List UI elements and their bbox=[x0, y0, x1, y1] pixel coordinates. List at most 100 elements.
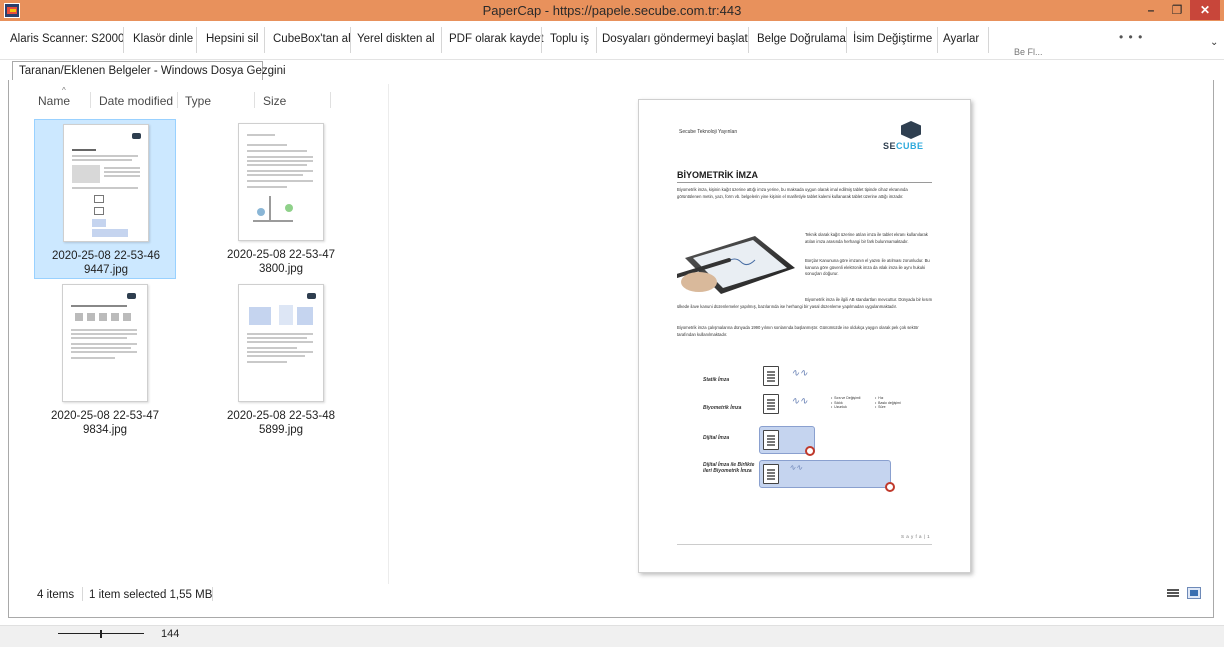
toolbar-divider bbox=[937, 27, 938, 53]
document-verification-button[interactable]: Belge Doğrulama bbox=[757, 33, 846, 49]
document-preview: Secube Teknoloji Yayınları SECUBE BİYOME… bbox=[638, 99, 971, 573]
settings-button[interactable]: Ayarlar bbox=[943, 33, 979, 49]
preview-paragraph: Borçlar Kanununa göre imzanın el yazısı … bbox=[805, 258, 930, 277]
file-name-line: 2020-25-08 22-53-46 bbox=[51, 250, 161, 262]
details-view-icon[interactable] bbox=[1166, 587, 1180, 599]
file-thumbnail bbox=[62, 284, 148, 402]
signature-icon: ∿∿ bbox=[789, 463, 803, 472]
file-name-line: 2020-25-08 22-53-47 bbox=[226, 249, 336, 261]
seal-icon bbox=[885, 482, 895, 492]
title-bar: PaperCap - https://papele.secube.com.tr:… bbox=[0, 0, 1224, 21]
row-label: Dijital İmza bbox=[703, 435, 730, 441]
get-from-local-disk-button[interactable]: Yerel diskten al bbox=[357, 33, 435, 49]
zoom-bar bbox=[0, 625, 1224, 647]
watch-folder-button[interactable]: Klasör dinle bbox=[133, 33, 193, 49]
document-icon bbox=[763, 430, 779, 450]
get-from-cubebox-button[interactable]: CubeBox'tan al bbox=[273, 33, 351, 49]
file-thumbnail bbox=[63, 124, 149, 242]
file-item[interactable]: 2020-25-08 22-53-46 9447.jpg bbox=[34, 119, 176, 279]
tab-file-explorer[interactable]: Taranan/Eklenen Belgeler - Windows Dosya… bbox=[12, 61, 286, 81]
column-header-name[interactable]: Name bbox=[38, 94, 70, 108]
file-name: 2020-25-08 22-53-47 3800.jpg bbox=[210, 248, 352, 276]
file-name: 2020-25-08 22-53-48 5899.jpg bbox=[210, 409, 352, 437]
logo-text-accent: CUBE bbox=[896, 141, 924, 151]
document-icon bbox=[763, 464, 779, 484]
preview-paragraph: Teknik olarak kağıt üzerine atılan imza … bbox=[805, 232, 928, 244]
toolbar-divider bbox=[846, 27, 847, 53]
zoom-value: 144 bbox=[161, 628, 180, 640]
file-name-line: 2020-25-08 22-53-47 bbox=[50, 410, 160, 422]
preview-paragraph: Biyometrik imza ile ilgili AB standartla… bbox=[677, 297, 933, 309]
selection-info: 1 item selected 1,55 MB bbox=[89, 589, 213, 601]
delete-all-button[interactable]: Hepsini sil bbox=[206, 33, 258, 49]
zoom-slider-handle[interactable] bbox=[100, 630, 102, 638]
papercap-window: PaperCap - https://papele.secube.com.tr:… bbox=[0, 0, 1224, 647]
window-title: PaperCap - https://papele.secube.com.tr:… bbox=[482, 3, 742, 18]
row-label: Biyometrik İmza bbox=[703, 405, 742, 411]
column-header-date-modified[interactable]: Date modified bbox=[99, 94, 173, 108]
toolbar-divider bbox=[441, 27, 442, 53]
minimize-button[interactable]: – bbox=[1138, 0, 1164, 20]
toolbar-divider bbox=[196, 27, 197, 53]
batch-job-button[interactable]: Toplu iş bbox=[550, 33, 589, 49]
column-header-type[interactable]: Type bbox=[185, 94, 211, 108]
tablet-pen-image bbox=[677, 236, 795, 294]
biometric-params-list: • Sıra ve Değişimli • Sıklık • Uzunluk bbox=[831, 396, 861, 409]
maximize-button[interactable]: ❐ bbox=[1164, 0, 1190, 20]
file-name-line: 5899.jpg bbox=[258, 424, 304, 436]
file-item[interactable]: 2020-25-08 22-53-47 9834.jpg bbox=[34, 280, 176, 440]
rename-button[interactable]: İsim Değiştirme bbox=[853, 33, 932, 49]
overflow-item-hint: Be Fl... bbox=[1014, 47, 1043, 57]
logo-text-main: SE bbox=[883, 141, 897, 151]
column-divider[interactable] bbox=[177, 92, 178, 108]
column-divider[interactable] bbox=[254, 92, 255, 108]
seal-icon bbox=[805, 446, 815, 456]
preview-intro-text: Biyometrik imza, kişinin kağıt üzerine a… bbox=[677, 187, 908, 199]
chevron-down-icon[interactable]: ⌄ bbox=[1210, 37, 1218, 48]
column-divider[interactable] bbox=[330, 92, 331, 108]
document-icon bbox=[763, 366, 779, 386]
file-name-line: 2020-25-08 22-53-48 bbox=[226, 410, 336, 422]
heading-rule bbox=[677, 182, 932, 183]
toolbar-divider bbox=[350, 27, 351, 53]
toolbar-divider bbox=[123, 27, 124, 53]
file-name-line: 9834.jpg bbox=[82, 424, 128, 436]
status-divider bbox=[82, 587, 83, 601]
preview-company-name: Secube Teknoloji Yayınları bbox=[679, 129, 738, 135]
signature-icon: ∿∿ bbox=[791, 396, 808, 407]
file-name-line: 3800.jpg bbox=[258, 263, 304, 275]
signature-icon: ∿∿ bbox=[791, 368, 808, 379]
save-as-pdf-button[interactable]: PDF olarak kaydet bbox=[449, 33, 544, 49]
close-button[interactable]: ✕ bbox=[1190, 0, 1220, 20]
toolbar-divider bbox=[264, 27, 265, 53]
page-number: S a y f a | 1 bbox=[901, 534, 931, 539]
file-item[interactable]: 2020-25-08 22-53-48 5899.jpg bbox=[210, 280, 352, 440]
toolbar-divider bbox=[748, 27, 749, 53]
preview-heading: BİYOMETRİK İMZA bbox=[677, 170, 758, 180]
secube-logo-icon bbox=[901, 121, 921, 139]
document-icon bbox=[763, 394, 779, 414]
row-label: Dijital İmza ile Birlikte ileri Biyometr… bbox=[703, 462, 755, 474]
file-thumbnail bbox=[238, 123, 324, 241]
scanner-select-button[interactable]: Alaris Scanner: S2000 bbox=[10, 33, 124, 49]
toolbar-divider bbox=[541, 27, 542, 53]
secube-logo-text: SECUBE bbox=[883, 141, 924, 151]
file-item[interactable]: 2020-25-08 22-53-47 3800.jpg bbox=[210, 119, 352, 279]
row-label: Statik İmza bbox=[703, 377, 730, 383]
item-count: 4 items bbox=[37, 589, 75, 601]
toolbar-divider bbox=[596, 27, 597, 53]
large-icons-view-icon[interactable] bbox=[1187, 587, 1201, 599]
file-thumbnail bbox=[238, 284, 324, 402]
column-divider[interactable] bbox=[90, 92, 91, 108]
biometric-params-list: • Hız • Baskı değişimi • Süre bbox=[875, 396, 901, 409]
status-divider bbox=[212, 587, 213, 601]
toolbar-divider bbox=[988, 27, 989, 53]
column-header-size[interactable]: Size bbox=[263, 94, 286, 108]
preview-paragraph: Biyometrik imza çalışmalarına dünyada 19… bbox=[677, 325, 919, 337]
footer-rule bbox=[677, 544, 932, 545]
file-name: 2020-25-08 22-53-46 9447.jpg bbox=[35, 249, 177, 277]
command-toolbar: Alaris Scanner: S2000 Klasör dinle Hepsi… bbox=[0, 21, 1224, 60]
more-options-button[interactable]: • • • bbox=[1119, 30, 1143, 44]
file-name: 2020-25-08 22-53-47 9834.jpg bbox=[34, 409, 176, 437]
start-sending-files-button[interactable]: Dosyaları göndermeyi başlat bbox=[602, 33, 748, 49]
